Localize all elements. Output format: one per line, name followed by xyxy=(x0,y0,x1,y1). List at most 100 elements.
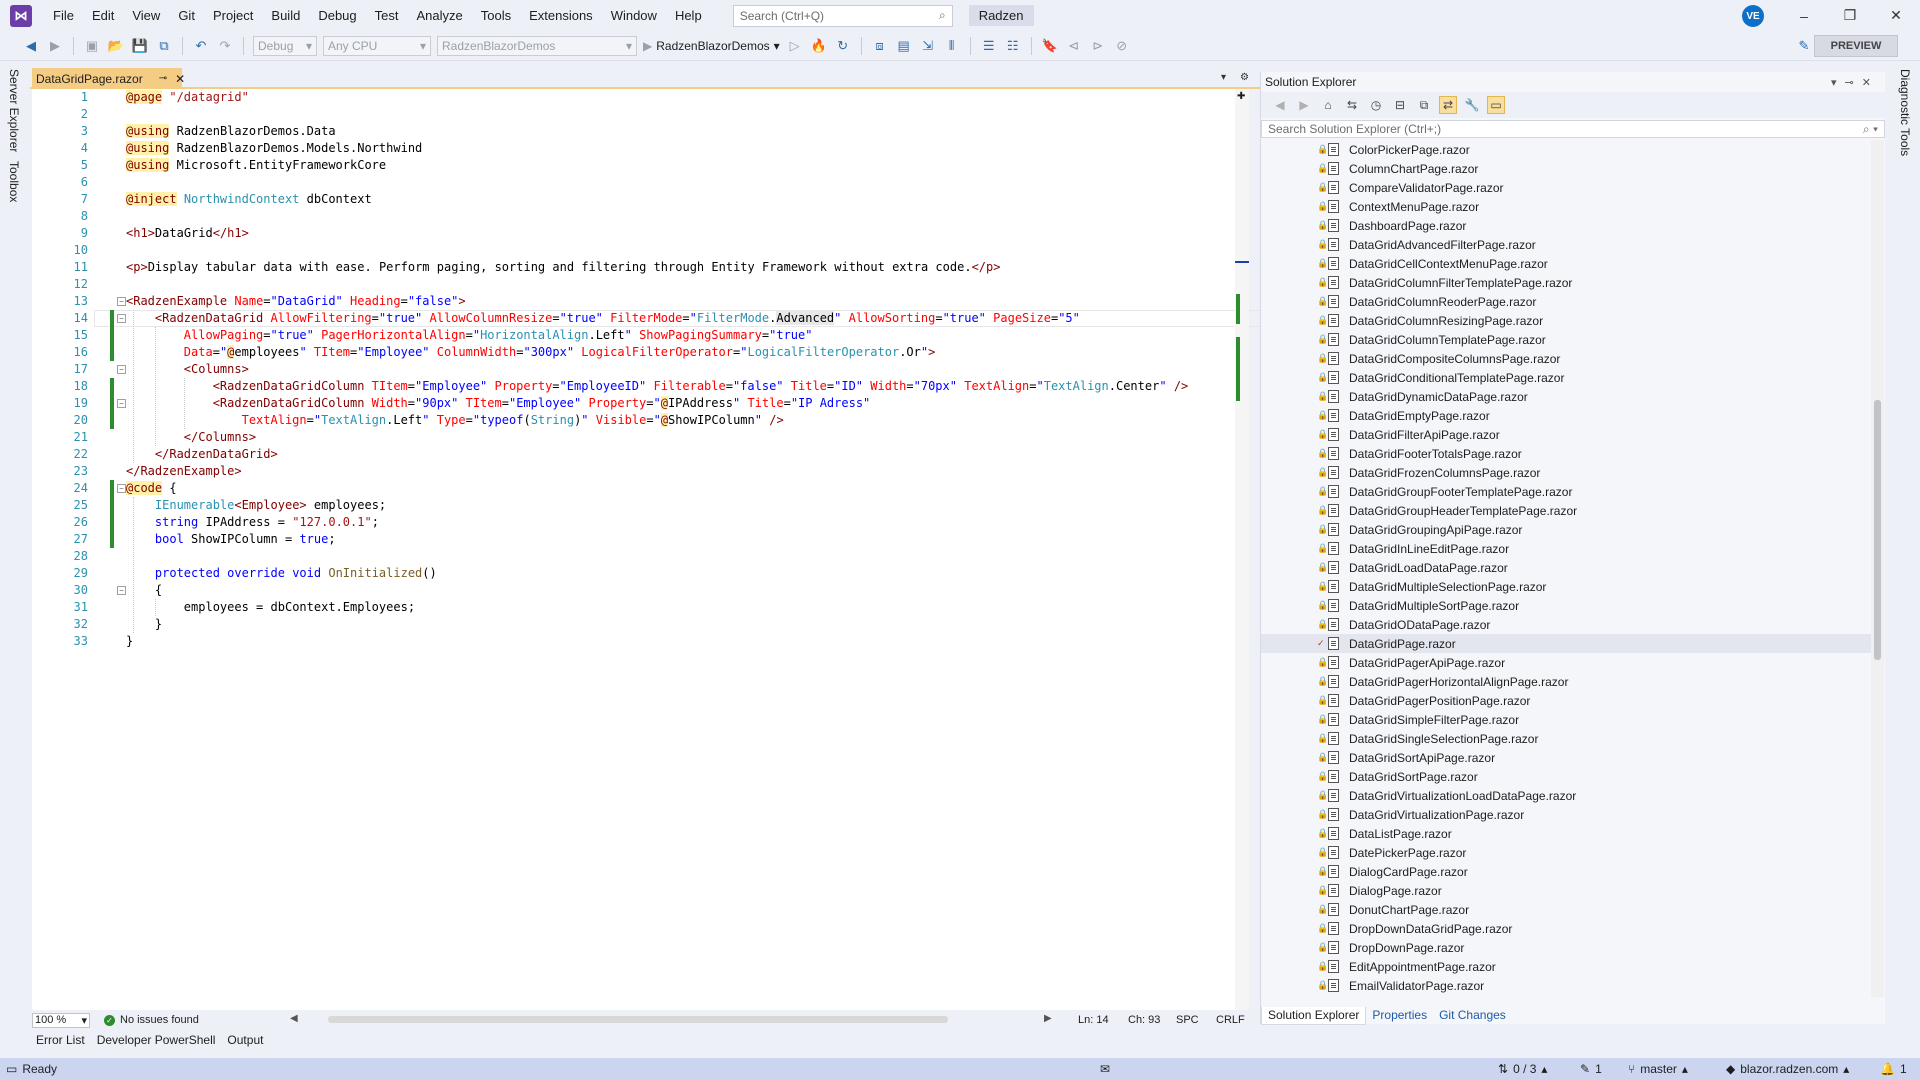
feedback-icon[interactable]: ✎ xyxy=(1795,37,1813,55)
tab-error-list[interactable]: Error List xyxy=(30,1033,91,1047)
tree-item[interactable]: 🔒 CompareValidatorPage.razor xyxy=(1261,178,1871,197)
code-line[interactable]: employees = dbContext.Employees; xyxy=(126,599,415,616)
tab-developer-powershell[interactable]: Developer PowerShell xyxy=(91,1033,222,1047)
tree-item[interactable]: 🔒 DataGridEmptyPage.razor xyxy=(1261,406,1871,425)
whitespace-indicator[interactable]: SPC xyxy=(1176,1014,1199,1026)
diagnostic-tools-tab[interactable]: Diagnostic Tools xyxy=(1898,69,1912,156)
tree-item[interactable]: 🔒 DataGridConditionalTemplatePage.razor xyxy=(1261,368,1871,387)
run-button[interactable]: ▶ RadzenBlazorDemos ▾ xyxy=(643,39,780,53)
tree-item[interactable]: 🔒 DataGridGroupHeaderTemplatePage.razor xyxy=(1261,501,1871,520)
tree-item[interactable]: 🔒 DataGridColumnReoderPage.razor xyxy=(1261,292,1871,311)
menu-extensions[interactable]: Extensions xyxy=(520,0,602,31)
tree-item[interactable]: 🔒 DropDownDataGridPage.razor xyxy=(1261,919,1871,938)
bookmark-icon[interactable]: 🔖 xyxy=(1041,37,1059,55)
zoom-dropdown[interactable]: 100 % ▾ xyxy=(32,1012,90,1028)
sync-active-document-icon[interactable]: ⇄ xyxy=(1439,96,1457,114)
panel-window-controls-icon[interactable]: ▾⊸✕ xyxy=(1831,76,1879,89)
menu-git[interactable]: Git xyxy=(169,0,204,31)
user-avatar[interactable]: VE xyxy=(1742,5,1764,27)
fold-toggle-icon[interactable]: − xyxy=(117,399,126,408)
tree-item[interactable]: 🔒 DataGridCompositeColumnsPage.razor xyxy=(1261,349,1871,368)
scrollbar-thumb[interactable] xyxy=(1874,400,1881,660)
scroll-left-icon[interactable]: ◀ xyxy=(290,1013,298,1024)
code-line[interactable]: @code { xyxy=(126,480,177,497)
code-line[interactable]: { xyxy=(126,582,162,599)
tree-item-selected[interactable]: ✓ DataGridPage.razor xyxy=(1261,634,1871,653)
tree-item[interactable]: 🔒 DropDownPage.razor xyxy=(1261,938,1871,957)
tree-item[interactable]: 🔒 DataGridLoadDataPage.razor xyxy=(1261,558,1871,577)
tree-item[interactable]: 🔒 DataGridSortApiPage.razor xyxy=(1261,748,1871,767)
tree-item[interactable]: 🔒 DataGridSimpleFilterPage.razor xyxy=(1261,710,1871,729)
notification-tray-icon[interactable]: ✉ xyxy=(1100,1062,1110,1076)
menu-project[interactable]: Project xyxy=(204,0,262,31)
code-line[interactable]: protected override void OnInitialized() xyxy=(126,565,437,582)
notifications-indicator[interactable]: 🔔 1 xyxy=(1880,1062,1907,1076)
undo-icon[interactable]: ↶ xyxy=(192,37,210,55)
clear-bookmarks-icon[interactable]: ⊘ xyxy=(1113,37,1131,55)
next-bookmark-icon[interactable]: ⊳ xyxy=(1089,37,1107,55)
tree-item[interactable]: 🔒 DatePickerPage.razor xyxy=(1261,843,1871,862)
back-icon[interactable]: ◀ xyxy=(1271,96,1289,114)
minimize-icon[interactable]: – xyxy=(1782,0,1826,31)
tree-item[interactable]: 🔒 EditAppointmentPage.razor xyxy=(1261,957,1871,976)
new-item-icon[interactable]: ▣ xyxy=(83,37,101,55)
tree-item[interactable]: 🔒 DialogPage.razor xyxy=(1261,881,1871,900)
redo-icon[interactable]: ↷ xyxy=(216,37,234,55)
code-line[interactable]: @using Microsoft.EntityFrameworkCore xyxy=(126,157,386,174)
tab-git-changes[interactable]: Git Changes xyxy=(1433,1007,1512,1025)
editor-horizontal-scrollbar[interactable] xyxy=(328,1016,948,1023)
tree-item[interactable]: 🔒 ColorPickerPage.razor xyxy=(1261,140,1871,159)
code-line[interactable]: <RadzenDataGridColumn TItem="Employee" P… xyxy=(126,378,1189,395)
switch-views-icon[interactable]: ⇆ xyxy=(1343,96,1361,114)
tab-list-dropdown-icon[interactable]: ▾ xyxy=(1221,72,1226,83)
tree-item[interactable]: 🔒 DataGridPagerApiPage.razor xyxy=(1261,653,1871,672)
code-line[interactable]: <RadzenDataGrid AllowFiltering="true" Al… xyxy=(126,310,1080,327)
tree-item[interactable]: 🔒 DataGridDynamicDataPage.razor xyxy=(1261,387,1871,406)
tree-item[interactable]: 🔒 DataGridMultipleSelectionPage.razor xyxy=(1261,577,1871,596)
save-all-icon[interactable]: ⧉ xyxy=(155,37,173,55)
menu-window[interactable]: Window xyxy=(602,0,666,31)
line-ending-indicator[interactable]: CRLF xyxy=(1216,1014,1245,1026)
tree-item[interactable]: 🔒 DataGridVirtualizationLoadDataPage.razo… xyxy=(1261,786,1871,805)
menu-help[interactable]: Help xyxy=(666,0,711,31)
split-icon[interactable]: ✚ xyxy=(1237,91,1245,102)
uncomment-icon[interactable]: ☷ xyxy=(1004,37,1022,55)
tree-item[interactable]: 🔒 DataGridFooterTotalsPage.razor xyxy=(1261,444,1871,463)
code-line[interactable]: </Columns> xyxy=(126,429,256,446)
home-icon[interactable]: ⌂ xyxy=(1319,96,1337,114)
tree-item[interactable]: 🔒 DataGridCellContextMenuPage.razor xyxy=(1261,254,1871,273)
menu-analyze[interactable]: Analyze xyxy=(407,0,471,31)
code-line[interactable]: @inject NorthwindContext dbContext xyxy=(126,191,372,208)
tree-item[interactable]: 🔒 DataGridGroupFooterTemplatePage.razor xyxy=(1261,482,1871,501)
tree-item[interactable]: 🔒 DataGridVirtualizationPage.razor xyxy=(1261,805,1871,824)
git-sync-indicator[interactable]: ⇅ 0 / 3 ▴ xyxy=(1498,1062,1547,1076)
editor-vertical-scrollbar[interactable]: ✚ xyxy=(1235,89,1249,1010)
settings-gear-icon[interactable]: ⚙ xyxy=(1240,72,1249,83)
visual-studio-logo-icon[interactable]: ⋈ xyxy=(10,4,32,27)
tree-item[interactable]: 🔒 EmailValidatorPage.razor xyxy=(1261,976,1871,995)
menu-view[interactable]: View xyxy=(123,0,169,31)
tree-item[interactable]: 🔒 DataGridInLineEditPage.razor xyxy=(1261,539,1871,558)
tree-item[interactable]: 🔒 DataGridAdvancedFilterPage.razor xyxy=(1261,235,1871,254)
tree-item[interactable]: 🔒 DataGridGroupingApiPage.razor xyxy=(1261,520,1871,539)
code-line[interactable]: } xyxy=(126,616,162,633)
refresh-icon[interactable]: ↻ xyxy=(834,37,852,55)
code-line[interactable]: AllowPaging="true" PagerHorizontalAlign=… xyxy=(126,327,813,344)
preview-button[interactable]: PREVIEW xyxy=(1814,35,1898,57)
forward-icon[interactable]: ▶ xyxy=(1295,96,1313,114)
open-file-icon[interactable]: 📂 xyxy=(107,37,125,55)
hot-reload-icon[interactable]: 🔥 xyxy=(810,37,828,55)
tree-item[interactable]: 🔒 DataGridODataPage.razor xyxy=(1261,615,1871,634)
align-icon[interactable]: ⫴ xyxy=(943,37,961,55)
column-indicator[interactable]: Ch: 93 xyxy=(1128,1014,1160,1026)
tree-item[interactable]: 🔒 DonutChartPage.razor xyxy=(1261,900,1871,919)
solution-tree-scrollbar[interactable] xyxy=(1871,140,1884,997)
issues-indicator[interactable]: ✓ No issues found xyxy=(104,1014,199,1026)
menu-edit[interactable]: Edit xyxy=(83,0,123,31)
collapse-all-icon[interactable]: ⊟ xyxy=(1391,96,1409,114)
previous-bookmark-icon[interactable]: ⊲ xyxy=(1065,37,1083,55)
start-without-debugging-icon[interactable]: ▷ xyxy=(786,37,804,55)
tree-item[interactable]: 🔒 DataGridColumnFilterTemplatePage.razor xyxy=(1261,273,1871,292)
pending-edits-indicator[interactable]: ✎ 1 xyxy=(1580,1062,1602,1076)
tab-output[interactable]: Output xyxy=(221,1033,269,1047)
